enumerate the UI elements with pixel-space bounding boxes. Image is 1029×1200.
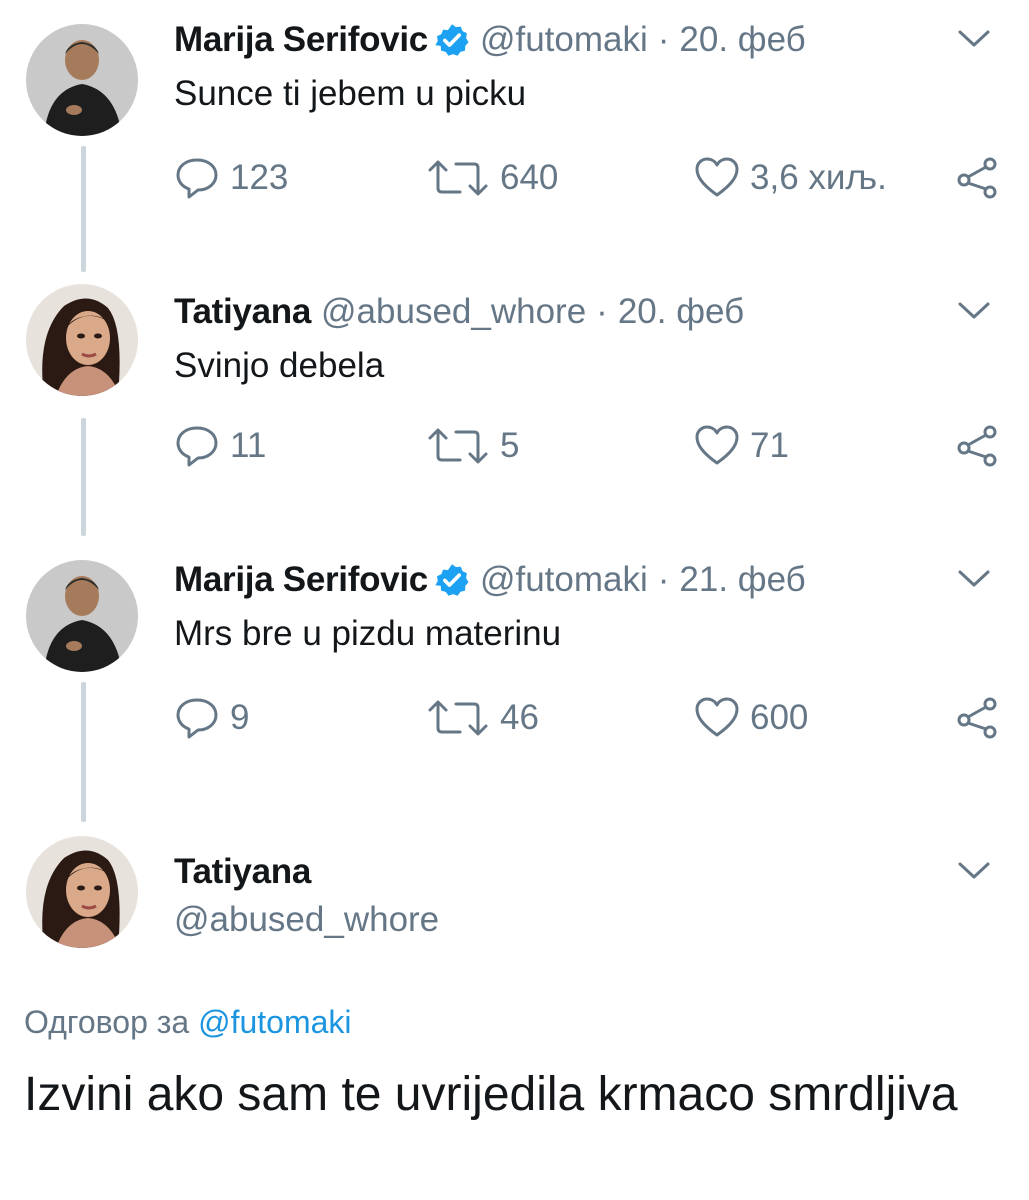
tweet-date[interactable]: 21. феб: [679, 560, 805, 600]
separator-dot: ·: [657, 560, 670, 599]
share-button[interactable]: [954, 154, 1000, 202]
reply-bubble-icon: [176, 426, 218, 467]
retweet-count: 46: [500, 698, 539, 737]
reply-mention-link[interactable]: @futomaki: [198, 1004, 351, 1040]
author-handle[interactable]: @futomaki: [480, 20, 648, 60]
reply-prefix: Одговор за: [24, 1004, 190, 1040]
retweet-button[interactable]: 640: [426, 154, 558, 202]
retweet-button[interactable]: 5: [426, 422, 519, 470]
chevron-down-icon[interactable]: [957, 300, 991, 322]
author-name[interactable]: Marija Serifovic: [174, 20, 428, 60]
reply-button[interactable]: 11: [174, 422, 266, 470]
author-handle[interactable]: @abused_whore: [321, 292, 586, 332]
tweet-text: Mrs bre u pizdu materinu: [174, 614, 562, 653]
separator-dot: ·: [596, 292, 608, 331]
tweet[interactable]: Marija Serifovic @futomaki · 20. феб Sun…: [0, 18, 1029, 218]
verified-badge-icon: [434, 562, 470, 598]
avatar-image: [26, 24, 138, 136]
separator-dot: ·: [657, 20, 670, 59]
heart-icon: [695, 425, 739, 465]
avatar[interactable]: [26, 836, 138, 948]
author-name[interactable]: Marija Serifovic: [174, 560, 428, 600]
reply-bubble-icon: [176, 158, 218, 199]
retweet-icon: [428, 428, 488, 464]
author-name[interactable]: Tatiyana: [174, 292, 311, 332]
share-icon: [957, 157, 997, 199]
tweet-actions: 123 640 3,6 хиљ.: [174, 154, 1004, 202]
replying-to: Одговор за @futomaki: [24, 1004, 352, 1041]
avatar-image: [26, 284, 138, 396]
avatar[interactable]: [26, 24, 138, 136]
author-handle[interactable]: @futomaki: [480, 560, 648, 600]
like-count: 600: [750, 698, 809, 737]
chevron-down-icon[interactable]: [957, 568, 991, 590]
share-icon: [957, 425, 997, 467]
retweet-count: 640: [500, 158, 559, 197]
tweet[interactable]: Marija Serifovic @futomaki · 21. феб Mrs…: [0, 558, 1029, 758]
share-icon: [957, 697, 997, 739]
like-button[interactable]: 3,6 хиљ.: [694, 154, 887, 202]
author-name[interactable]: Tatiyana: [174, 852, 311, 892]
verified-badge-icon: [434, 22, 470, 58]
tweet-date[interactable]: 20. феб: [618, 292, 744, 332]
avatar[interactable]: [26, 560, 138, 672]
like-button[interactable]: 71: [694, 422, 789, 470]
chevron-down-icon[interactable]: [957, 28, 991, 50]
avatar-image: [26, 560, 138, 672]
like-button[interactable]: 600: [694, 694, 808, 742]
tweet-text: Svinjo debela: [174, 346, 385, 385]
reply-button[interactable]: 9: [174, 694, 249, 742]
tweet-actions: 11 5 71: [174, 422, 1004, 470]
tweet[interactable]: Tatiyana @abused_whore · 20. феб Svinjo …: [0, 284, 1029, 490]
reply-bubble-icon: [176, 698, 218, 739]
tweet-text: Sunce ti jebem u picku: [174, 74, 527, 113]
chevron-down-icon[interactable]: [957, 860, 991, 882]
author-handle[interactable]: @abused_whore: [174, 900, 439, 940]
share-button[interactable]: [954, 422, 1000, 470]
retweet-count: 5: [500, 426, 520, 465]
like-count: 3,6 хиљ.: [750, 158, 887, 197]
focused-tweet-text: Izvini ako sam te uvrijedila krmaco smrd…: [24, 1068, 958, 1121]
heart-icon: [695, 697, 739, 737]
retweet-icon: [428, 160, 488, 196]
reply-count: 11: [230, 426, 267, 465]
like-count: 71: [750, 426, 789, 465]
heart-icon: [695, 157, 739, 197]
reply-count: 123: [230, 158, 289, 197]
retweet-button[interactable]: 46: [426, 694, 539, 742]
tweet-actions: 9 46 600: [174, 694, 1004, 742]
retweet-icon: [428, 700, 488, 736]
reply-button[interactable]: 123: [174, 154, 288, 202]
avatar[interactable]: [26, 284, 138, 396]
share-button[interactable]: [954, 694, 1000, 742]
avatar-image: [26, 836, 138, 948]
tweet-date[interactable]: 20. феб: [679, 20, 805, 60]
reply-count: 9: [230, 698, 250, 737]
